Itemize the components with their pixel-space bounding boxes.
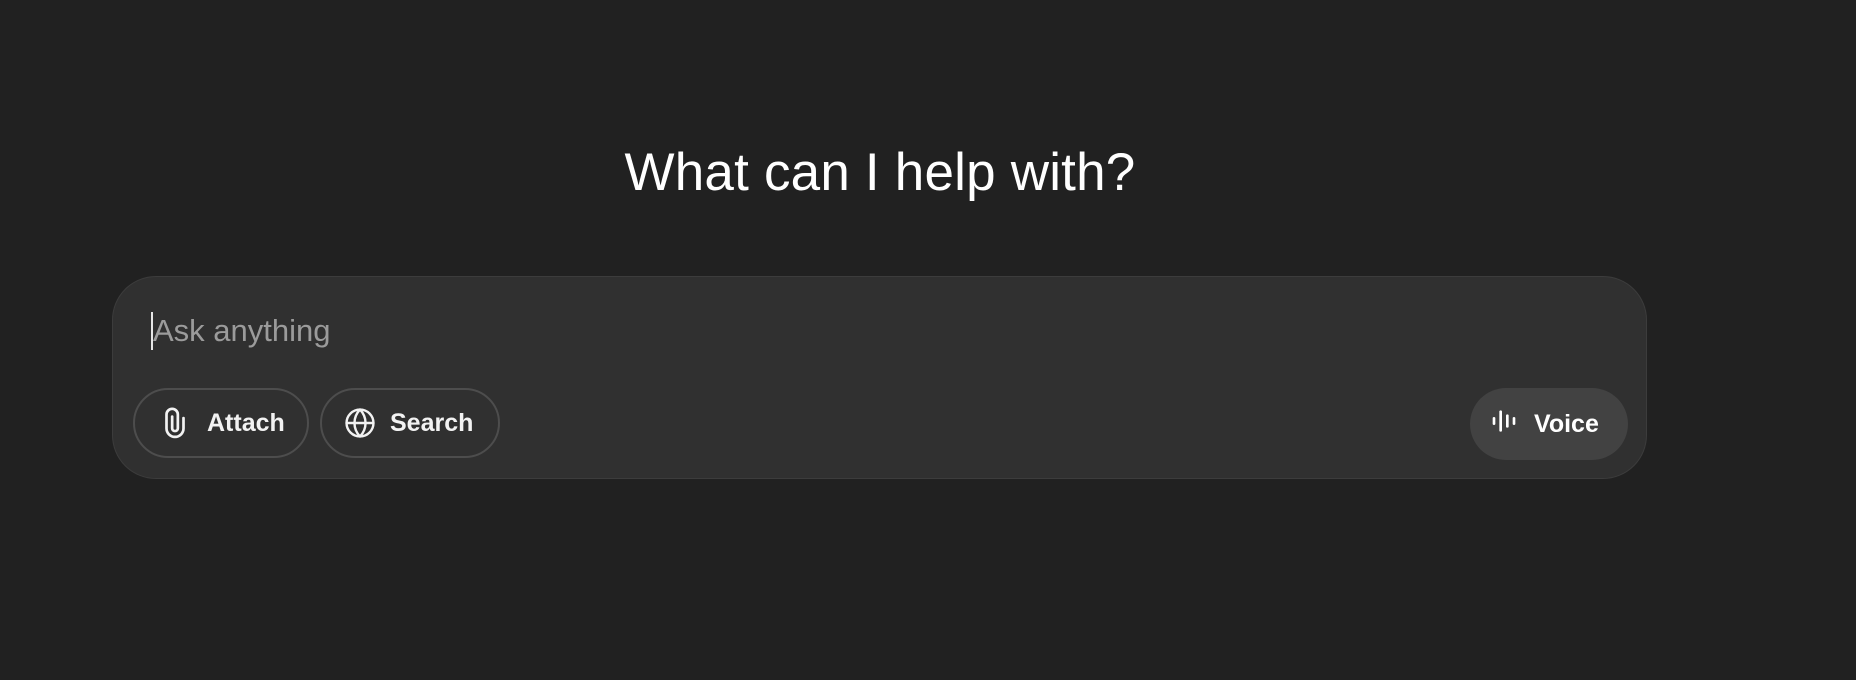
chat-home-page: What can I help with? Attach Search bbox=[0, 0, 1856, 680]
paperclip-icon bbox=[157, 405, 193, 441]
search-label: Search bbox=[390, 408, 474, 437]
attach-button[interactable]: Attach bbox=[133, 388, 309, 458]
voice-label: Voice bbox=[1534, 409, 1599, 438]
attach-label: Attach bbox=[207, 408, 285, 437]
prompt-composer[interactable]: Attach Search Voice bbox=[112, 276, 1647, 479]
search-button[interactable]: Search bbox=[320, 388, 500, 458]
page-title: What can I help with? bbox=[624, 143, 1136, 202]
text-caret bbox=[151, 312, 153, 350]
voice-button[interactable]: Voice bbox=[1470, 388, 1628, 460]
globe-icon bbox=[342, 405, 378, 441]
prompt-input[interactable] bbox=[149, 307, 1593, 355]
audio-waveform-icon bbox=[1490, 405, 1522, 444]
